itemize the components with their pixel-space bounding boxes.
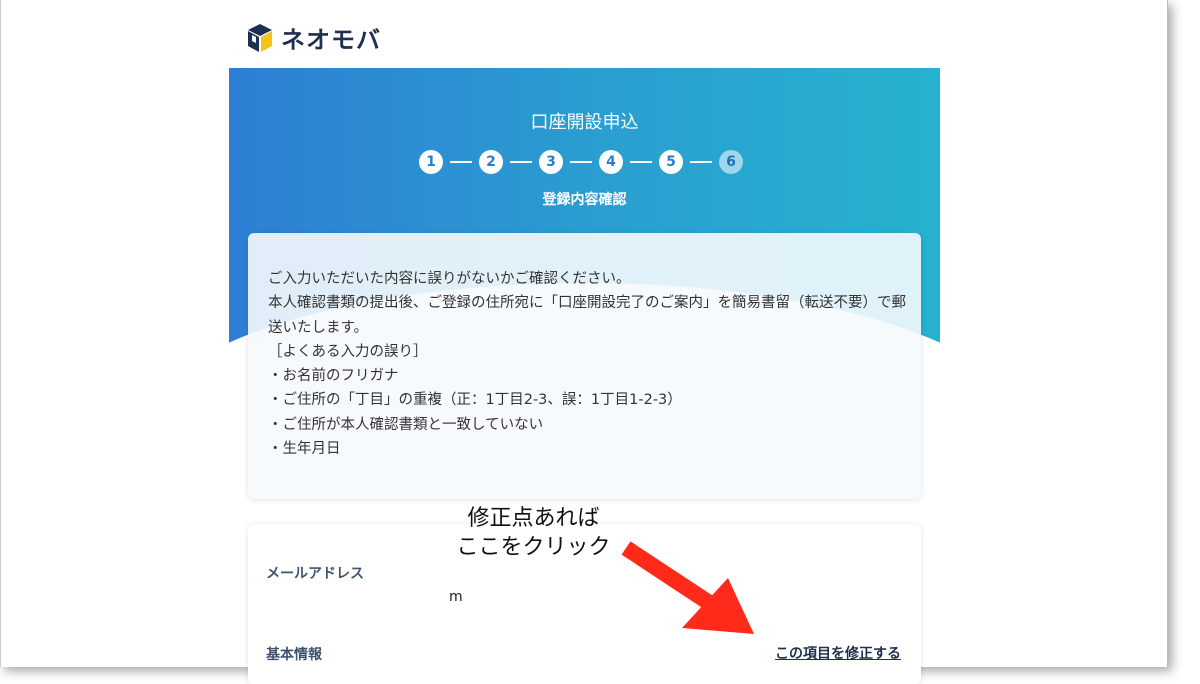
step-divider — [570, 161, 592, 163]
brand-logo[interactable]: ネオモバ — [247, 20, 381, 55]
step-6-current: 6 — [719, 150, 743, 174]
step-indicator: 1 2 3 4 5 6 — [419, 150, 743, 174]
notice-text: ご入力いただいた内容に誤りがないかご確認ください。 本人確認書類の提出後、ご登録… — [268, 267, 908, 461]
step-divider — [630, 161, 652, 163]
page-title: 口座開設申込 — [530, 112, 639, 133]
email-value: m — [449, 589, 463, 605]
step-1: 1 — [419, 150, 443, 174]
brand-name: ネオモバ — [281, 26, 381, 54]
step-divider — [510, 161, 532, 163]
notice-line: ご入力いただいた内容に誤りがないかご確認ください。 — [268, 271, 631, 287]
notice-line: ・ご住所の「丁目」の重複（正：1丁目2-3、誤：1丁目1-2-3） — [268, 392, 682, 409]
notice-line: ・ご住所が本人確認書類と一致していない — [268, 416, 544, 433]
red-arrow-icon — [621, 541, 754, 634]
notice-line: ［よくある入力の誤り］ — [268, 343, 428, 360]
step-subtitle: 登録内容確認 — [542, 192, 627, 208]
basic-info-label: 基本情報 — [266, 647, 322, 663]
step-divider — [690, 161, 712, 163]
step-2: 2 — [479, 150, 503, 174]
step-4: 4 — [599, 150, 623, 174]
step-3: 3 — [539, 150, 563, 174]
annotation-text: 修正点あれば ここをクリック — [446, 504, 621, 562]
annotation-line: 修正点あれば — [467, 506, 600, 531]
neomoba-box-logo-icon — [248, 23, 272, 52]
step-5: 5 — [659, 150, 683, 174]
step-divider — [450, 161, 472, 163]
annotation-line: ここをクリック — [456, 535, 611, 560]
edit-item-link[interactable]: この項目を修正する — [775, 643, 901, 663]
notice-card: ご入力いただいた内容に誤りがないかご確認ください。 本人確認書類の提出後、ご登録… — [248, 233, 921, 499]
notice-line: ・生年月日 — [268, 441, 341, 458]
email-label: メールアドレス — [266, 566, 364, 582]
notice-line: ・お名前のフリガナ — [268, 368, 399, 385]
notice-line: 本人確認書類の提出後、ご登録の住所宛に「口座開設完了のご案内」を簡易書留（転送不… — [268, 295, 906, 336]
